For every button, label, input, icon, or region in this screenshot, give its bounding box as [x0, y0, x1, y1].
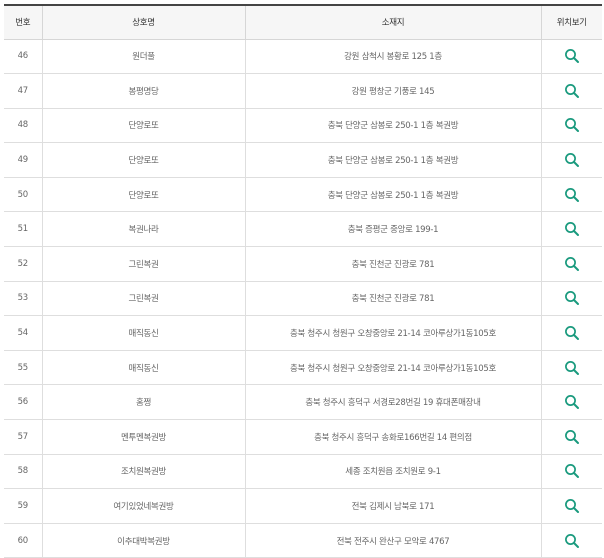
- row-address: 세종 조치원읍 조치원로 9-1: [244, 454, 541, 490]
- header-address: 소재지: [244, 4, 541, 40]
- search-icon[interactable]: [564, 187, 580, 203]
- table-row: 47 봉평명당 강원 평창군 기풍로 145: [4, 73, 602, 109]
- row-store-name: 멘투멘복권방: [41, 419, 245, 455]
- search-icon[interactable]: [564, 533, 580, 549]
- row-address: 충북 단양군 삼봉로 250-1 1층 복권방: [244, 142, 541, 178]
- row-store-name: 단양로또: [41, 108, 245, 144]
- table-row: 54 매직동신 충북 청주시 청원구 오창중앙로 21-14 코아루상가1동105호: [4, 315, 602, 351]
- row-store-name: 조치원복권방: [41, 454, 245, 490]
- row-number: 47: [4, 73, 42, 109]
- search-icon[interactable]: [564, 394, 580, 410]
- row-address: 충북 진천군 진광로 781: [244, 281, 541, 317]
- row-store-name: 이추대박복권방: [41, 523, 245, 558]
- row-view-location-cell: [540, 488, 602, 524]
- search-icon[interactable]: [564, 290, 580, 306]
- table-row: 48 단양로또 충북 단양군 삼봉로 250-1 1층 복권방: [4, 108, 602, 144]
- row-address: 충북 청주시 청원구 오창중앙로 21-14 코아루상가1동105호: [244, 350, 541, 386]
- row-address: 충북 증평군 중앙로 199-1: [244, 211, 541, 248]
- search-icon[interactable]: [564, 83, 580, 99]
- row-number: 54: [4, 315, 42, 351]
- table-row: 46 원더풀 강원 삼척시 봉황로 125 1층: [4, 39, 602, 75]
- row-address: 강원 삼척시 봉황로 125 1층: [244, 39, 541, 75]
- row-number: 48: [4, 108, 42, 144]
- row-view-location-cell: [540, 315, 602, 351]
- table-row: 50 단양로또 충북 단양군 삼봉로 250-1 1층 복권방: [4, 177, 602, 213]
- row-store-name: 단양로또: [41, 177, 245, 213]
- row-view-location-cell: [540, 419, 602, 455]
- row-store-name: 그린복권: [41, 246, 245, 282]
- row-number: 56: [4, 384, 42, 421]
- row-store-name: 원더풀: [41, 39, 245, 75]
- search-icon[interactable]: [564, 360, 580, 376]
- store-list-container: 번호 상호명 소재지 위치보기 46 원더풀 강원 삼척시 봉황로 125 1층 47…: [4, 4, 602, 558]
- row-view-location-cell: [540, 177, 602, 213]
- row-number: 46: [4, 39, 42, 75]
- row-number: 51: [4, 211, 42, 248]
- table-row: 51 복권나라 충북 증평군 중앙로 199-1: [4, 211, 602, 248]
- row-address: 강원 평창군 기풍로 145: [244, 73, 541, 109]
- table-row: 49 단양로또 충북 단양군 삼봉로 250-1 1층 복권방: [4, 142, 602, 178]
- row-view-location-cell: [540, 523, 602, 558]
- row-view-location-cell: [540, 350, 602, 386]
- search-icon[interactable]: [564, 221, 580, 237]
- header-number: 번호: [4, 4, 42, 40]
- header-row: 번호 상호명 소재지 위치보기: [4, 4, 602, 40]
- row-view-location-cell: [540, 142, 602, 178]
- header-store-name: 상호명: [41, 4, 245, 40]
- row-address: 충북 단양군 삼봉로 250-1 1층 복권방: [244, 177, 541, 213]
- row-view-location-cell: [540, 39, 602, 75]
- table-header: 번호 상호명 소재지 위치보기: [4, 4, 602, 40]
- table-row: 55 매직동신 충북 청주시 청원구 오창중앙로 21-14 코아루상가1동105호: [4, 350, 602, 386]
- row-view-location-cell: [540, 246, 602, 282]
- row-address: 충북 청주시 흥덕구 송화로166번길 14 편의점: [244, 419, 541, 455]
- store-table: 번호 상호명 소재지 위치보기 46 원더풀 강원 삼척시 봉황로 125 1층 47…: [4, 4, 602, 558]
- row-address: 충북 진천군 진광로 781: [244, 246, 541, 282]
- search-icon[interactable]: [564, 117, 580, 133]
- table-row: 53 그린복권 충북 진천군 진광로 781: [4, 281, 602, 317]
- row-number: 55: [4, 350, 42, 386]
- row-number: 53: [4, 281, 42, 317]
- search-icon[interactable]: [564, 152, 580, 168]
- row-store-name: 여기있었네복권방: [41, 488, 245, 524]
- row-store-name: 홈쩡: [41, 384, 245, 421]
- row-store-name: 복권나라: [41, 211, 245, 248]
- row-number: 50: [4, 177, 42, 213]
- row-address: 충북 청주시 흥덕구 서경로28번길 19 휴대폰매장내: [244, 384, 541, 421]
- row-view-location-cell: [540, 108, 602, 144]
- search-icon[interactable]: [564, 498, 580, 514]
- row-address: 전북 김제시 남북로 171: [244, 488, 541, 524]
- row-store-name: 매직동신: [41, 315, 245, 351]
- row-store-name: 봉평명당: [41, 73, 245, 109]
- row-number: 57: [4, 419, 42, 455]
- row-store-name: 단양로또: [41, 142, 245, 178]
- table-row: 52 그린복권 충북 진천군 진광로 781: [4, 246, 602, 282]
- search-icon[interactable]: [564, 325, 580, 341]
- row-view-location-cell: [540, 281, 602, 317]
- row-number: 49: [4, 142, 42, 178]
- row-address: 전북 전주시 완산구 모악로 4767: [244, 523, 541, 558]
- row-view-location-cell: [540, 454, 602, 490]
- table-row: 56 홈쩡 충북 청주시 흥덕구 서경로28번길 19 휴대폰매장내: [4, 384, 602, 421]
- table-row: 57 멘투멘복권방 충북 청주시 흥덕구 송화로166번길 14 편의점: [4, 419, 602, 455]
- row-number: 58: [4, 454, 42, 490]
- search-icon[interactable]: [564, 429, 580, 445]
- row-address: 충북 단양군 삼봉로 250-1 1층 복권방: [244, 108, 541, 144]
- row-view-location-cell: [540, 73, 602, 109]
- row-number: 59: [4, 488, 42, 524]
- table-row: 60 이추대박복권방 전북 전주시 완산구 모악로 4767: [4, 523, 602, 558]
- row-number: 60: [4, 523, 42, 558]
- table-row: 58 조치원복권방 세종 조치원읍 조치원로 9-1: [4, 454, 602, 490]
- row-view-location-cell: [540, 211, 602, 248]
- row-store-name: 그린복권: [41, 281, 245, 317]
- search-icon[interactable]: [564, 48, 580, 64]
- table-row: 59 여기있었네복권방 전북 김제시 남북로 171: [4, 488, 602, 524]
- row-store-name: 매직동신: [41, 350, 245, 386]
- row-address: 충북 청주시 청원구 오창중앙로 21-14 코아루상가1동105호: [244, 315, 541, 351]
- table-body: 46 원더풀 강원 삼척시 봉황로 125 1층 47 봉평명당 강원 평창군 기풍로 1…: [4, 39, 602, 558]
- search-icon[interactable]: [564, 256, 580, 272]
- row-view-location-cell: [540, 384, 602, 421]
- header-view-location: 위치보기: [540, 4, 602, 40]
- row-number: 52: [4, 246, 42, 282]
- search-icon[interactable]: [564, 463, 580, 479]
